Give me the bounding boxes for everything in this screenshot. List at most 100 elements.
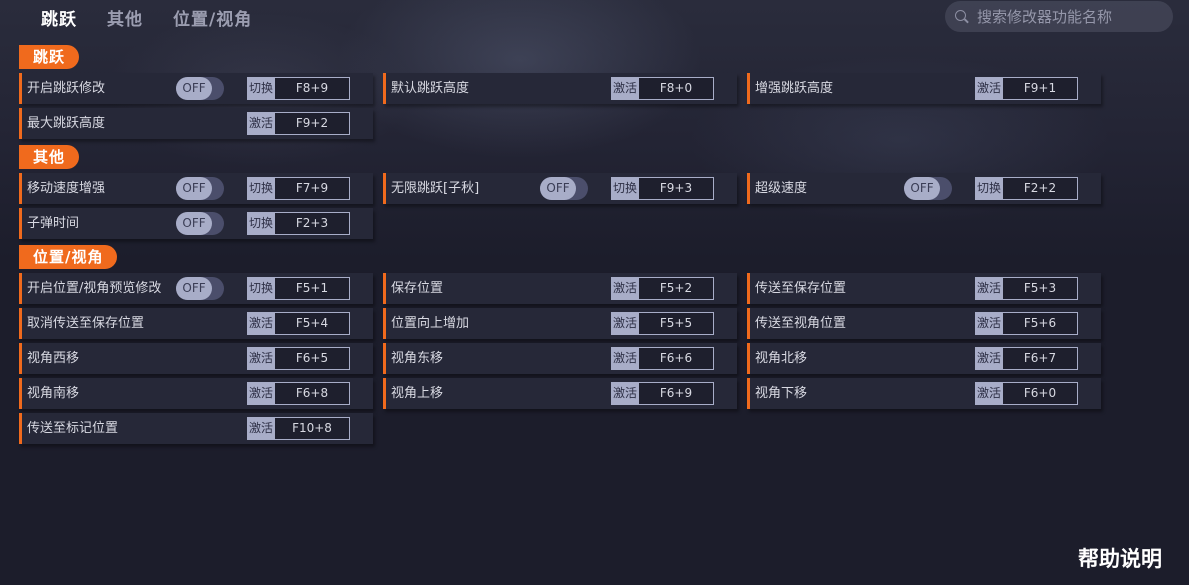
toggle-state: OFF (904, 177, 940, 200)
cheat-row-super-speed: 超级速度 OFF 切换 F2+2 (747, 173, 1101, 204)
tab-jump[interactable]: 跳跃 (41, 5, 77, 30)
toggle-state: OFF (176, 277, 212, 300)
action-type-label[interactable]: 激活 (247, 382, 275, 405)
action-type-label[interactable]: 激活 (247, 417, 275, 440)
cheat-row-teleport-view: 传送至视角位置 激活 F5+6 (747, 308, 1101, 339)
cheat-row-view-west: 视角西移 激活 F6+5 (19, 343, 373, 374)
cheat-row-view-up: 视角上移 激活 F6+9 (383, 378, 737, 409)
section-header-position-view: 位置/视角 (19, 245, 118, 269)
toggle-switch[interactable]: OFF (176, 77, 224, 100)
action-type-label[interactable]: 激活 (247, 347, 275, 370)
hotkey-field[interactable]: F5+2 (638, 277, 714, 300)
cheat-label: 传送至视角位置 (755, 316, 847, 331)
cheat-label: 传送至保存位置 (755, 281, 847, 296)
action-type-label[interactable]: 激活 (611, 312, 639, 335)
hotkey-field[interactable]: F5+4 (274, 312, 350, 335)
cheat-row-enhanced-jump-height: 增强跳跃高度 激活 F9+1 (747, 73, 1101, 104)
toggle-switch[interactable]: OFF (540, 177, 588, 200)
search-icon (955, 9, 969, 24)
cheat-row-view-down: 视角下移 激活 F6+0 (747, 378, 1101, 409)
hotkey-field[interactable]: F5+3 (1002, 277, 1078, 300)
toggle-state: OFF (176, 77, 212, 100)
cheat-row-move-speed: 移动速度增强 OFF 切换 F7+9 (19, 173, 373, 204)
cheat-row-view-north: 视角北移 激活 F6+7 (747, 343, 1101, 374)
action-type-label: 切换 (611, 177, 639, 200)
cheat-row-save-position: 保存位置 激活 F5+2 (383, 273, 737, 304)
cheat-label: 视角下移 (755, 386, 808, 401)
top-navigation: 跳跃 其他 位置/视角 (0, 0, 1189, 34)
hotkey-field[interactable]: F2+3 (274, 212, 350, 235)
hotkey-field[interactable]: F6+8 (274, 382, 350, 405)
cheat-row-teleport-saved: 传送至保存位置 激活 F5+3 (747, 273, 1101, 304)
cheat-label: 取消传送至保存位置 (27, 316, 145, 331)
action-type-label: 切换 (247, 212, 275, 235)
cheat-label: 保存位置 (391, 281, 444, 296)
cheat-label: 传送至标记位置 (27, 421, 119, 436)
action-type-label[interactable]: 激活 (975, 77, 1003, 100)
cheat-row-max-jump-height: 最大跳跃高度 激活 F9+2 (19, 108, 373, 139)
hotkey-field[interactable]: F5+6 (1002, 312, 1078, 335)
action-type-label: 切换 (975, 177, 1003, 200)
action-type-label: 切换 (247, 177, 275, 200)
cheat-row-default-jump-height: 默认跳跃高度 激活 F8+0 (383, 73, 737, 104)
toggle-state: OFF (176, 212, 212, 235)
action-type-label[interactable]: 激活 (611, 77, 639, 100)
hotkey-field[interactable]: F9+1 (1002, 77, 1078, 100)
help-link[interactable]: 帮助说明 (1078, 543, 1162, 573)
toggle-switch[interactable]: OFF (176, 177, 224, 200)
tab-other[interactable]: 其他 (107, 5, 143, 30)
cheat-label: 视角西移 (27, 351, 80, 366)
cheat-label: 视角上移 (391, 386, 444, 401)
hotkey-field[interactable]: F10+8 (274, 417, 350, 440)
cheat-row-infinite-jump: 无限跳跃[子秋] OFF 切换 F9+3 (383, 173, 737, 204)
hotkey-field[interactable]: F5+5 (638, 312, 714, 335)
cheat-label: 移动速度增强 (27, 181, 106, 196)
action-type-label: 切换 (247, 277, 275, 300)
cheat-label: 超级速度 (755, 181, 808, 196)
cheat-label: 最大跳跃高度 (27, 116, 106, 131)
action-type-label[interactable]: 激活 (975, 277, 1003, 300)
hotkey-field[interactable]: F9+3 (638, 177, 714, 200)
action-type-label[interactable]: 激活 (247, 312, 275, 335)
cheat-label: 开启跳跃修改 (27, 81, 106, 96)
cheat-row-enable-jump-mod: 开启跳跃修改 OFF 切换 F8+9 (19, 73, 373, 104)
hotkey-field[interactable]: F9+2 (274, 112, 350, 135)
action-type-label[interactable]: 激活 (611, 277, 639, 300)
cheat-label: 开启位置/视角预览修改 (27, 281, 162, 296)
cheat-label: 无限跳跃[子秋] (391, 181, 480, 196)
cheat-label: 视角东移 (391, 351, 444, 366)
action-type-label[interactable]: 激活 (247, 112, 275, 135)
action-type-label[interactable]: 激活 (611, 347, 639, 370)
cheat-label: 增强跳跃高度 (755, 81, 834, 96)
cheat-label: 位置向上增加 (391, 316, 470, 331)
hotkey-field[interactable]: F7+9 (274, 177, 350, 200)
section-header-jump: 跳跃 (19, 45, 80, 69)
cheat-row-position-up: 位置向上增加 激活 F5+5 (383, 308, 737, 339)
section-header-other: 其他 (19, 145, 80, 169)
hotkey-field[interactable]: F8+9 (274, 77, 350, 100)
hotkey-field[interactable]: F6+0 (1002, 382, 1078, 405)
action-type-label[interactable]: 激活 (975, 382, 1003, 405)
toggle-state: OFF (176, 177, 212, 200)
hotkey-field[interactable]: F2+2 (1002, 177, 1078, 200)
cheat-row-bullet-time: 子弹时间 OFF 切换 F2+3 (19, 208, 373, 239)
hotkey-field[interactable]: F6+9 (638, 382, 714, 405)
toggle-switch[interactable]: OFF (176, 277, 224, 300)
hotkey-field[interactable]: F5+1 (274, 277, 350, 300)
cheat-row-view-south: 视角南移 激活 F6+8 (19, 378, 373, 409)
hotkey-field[interactable]: F8+0 (638, 77, 714, 100)
cheat-label: 默认跳跃高度 (391, 81, 470, 96)
search-box[interactable] (945, 1, 1173, 32)
action-type-label[interactable]: 激活 (975, 347, 1003, 370)
toggle-state: OFF (540, 177, 576, 200)
hotkey-field[interactable]: F6+7 (1002, 347, 1078, 370)
tab-position-view[interactable]: 位置/视角 (173, 5, 252, 30)
hotkey-field[interactable]: F6+6 (638, 347, 714, 370)
toggle-switch[interactable]: OFF (176, 212, 224, 235)
hotkey-field[interactable]: F6+5 (274, 347, 350, 370)
search-input[interactable] (977, 7, 1167, 26)
action-type-label[interactable]: 激活 (611, 382, 639, 405)
action-type-label: 切换 (247, 77, 275, 100)
toggle-switch[interactable]: OFF (904, 177, 952, 200)
action-type-label[interactable]: 激活 (975, 312, 1003, 335)
